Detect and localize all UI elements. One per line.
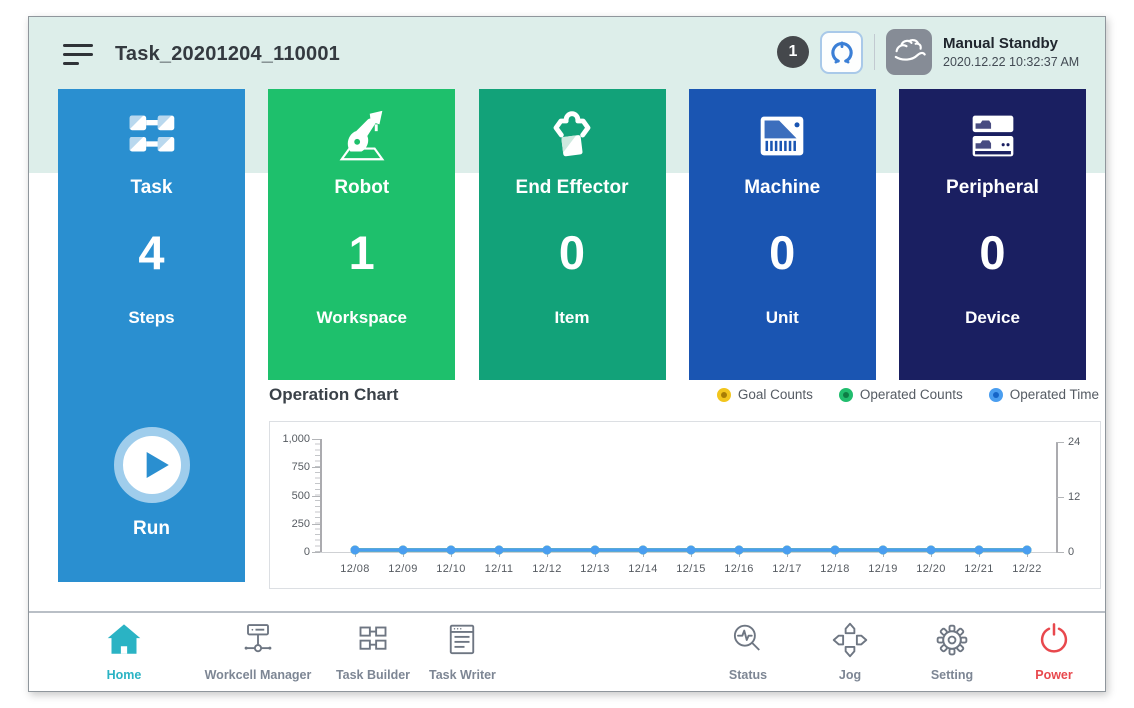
legend-label: Goal Counts <box>738 387 813 402</box>
card-unit: Device <box>965 308 1020 328</box>
task-writer-icon <box>442 620 482 665</box>
operation-chart: 02505007501,0000122412/0812/0912/1012/11… <box>269 421 1101 589</box>
card-label: Peripheral <box>946 177 1039 199</box>
card-unit: Unit <box>766 308 799 328</box>
nav-jog[interactable]: Jog <box>799 613 901 691</box>
power-icon <box>1034 620 1074 665</box>
card-label: End Effector <box>516 177 629 199</box>
chart-series <box>270 422 1102 590</box>
legend-item: Goal Counts <box>717 387 813 402</box>
nav-group-right: Status Jog Setting Power <box>697 613 1105 691</box>
jog-icon <box>830 620 870 665</box>
home-icon <box>104 620 144 665</box>
notification-badge[interactable]: 1 <box>777 36 809 68</box>
chart-legend: Goal Counts Operated Counts Operated Tim… <box>717 387 1099 402</box>
legend-dot-icon <box>839 388 853 402</box>
peripheral-card[interactable]: Peripheral 0 Device <box>899 89 1086 380</box>
run-label: Run <box>133 518 170 540</box>
datetime: 2020.12.22 10:32:37 AM <box>943 55 1093 69</box>
manual-mode-hand-icon <box>886 29 932 75</box>
end-effector-tool-button[interactable] <box>820 31 863 74</box>
card-value: 4 <box>138 225 164 280</box>
gripper-icon <box>541 105 603 167</box>
card-unit: Item <box>555 308 590 328</box>
card-label: Robot <box>334 177 389 199</box>
peripheral-icon <box>962 105 1024 167</box>
menu-icon[interactable] <box>63 44 93 65</box>
machine-icon <box>751 105 813 167</box>
legend-dot-icon <box>717 388 731 402</box>
app-window: Task_20201204_110001 1 <box>28 16 1106 692</box>
run-button[interactable]: Run <box>58 427 245 540</box>
nav-label: Jog <box>839 668 861 682</box>
nav-setting[interactable]: Setting <box>901 613 1003 691</box>
nav-label: Workcell Manager <box>205 668 312 682</box>
workcell-manager-icon <box>238 620 278 665</box>
play-icon <box>114 427 190 503</box>
gripper-claw-icon <box>827 36 857 69</box>
nav-label: Task Writer <box>429 668 496 682</box>
card-value: 0 <box>979 225 1005 280</box>
card-value: 0 <box>769 225 795 280</box>
operation-chart-title: Operation Chart <box>269 385 398 405</box>
nav-task-builder[interactable]: Task Builder <box>317 613 429 691</box>
task-builder-icon <box>353 620 393 665</box>
robot-mode-status: Manual Standby <box>943 35 1093 52</box>
legend-dot-icon <box>989 388 1003 402</box>
nav-status[interactable]: Status <box>697 613 799 691</box>
nav-workcell-manager[interactable]: Workcell Manager <box>199 613 317 691</box>
nav-label: Status <box>729 668 767 682</box>
robot-arm-icon <box>331 105 393 167</box>
legend-label: Operated Time <box>1010 387 1099 402</box>
card-value: 0 <box>559 225 585 280</box>
card-label: Task <box>131 177 173 199</box>
nav-label: Power <box>1035 668 1073 682</box>
status-icon <box>728 620 768 665</box>
legend-item: Operated Time <box>989 387 1099 402</box>
bottom-nav: Home Workcell Manager Task Builder Task … <box>29 611 1105 691</box>
setting-icon <box>932 620 972 665</box>
nav-power[interactable]: Power <box>1003 613 1105 691</box>
robot-card[interactable]: Robot 1 Workspace <box>268 89 455 380</box>
nav-group-left: Home Workcell Manager Task Builder Task … <box>29 613 496 691</box>
nav-label: Task Builder <box>336 668 410 682</box>
card-unit: Workspace <box>317 308 407 328</box>
machine-card[interactable]: Machine 0 Unit <box>689 89 876 380</box>
card-value: 1 <box>349 225 375 280</box>
nav-label: Home <box>107 668 142 682</box>
header-divider <box>874 34 875 70</box>
card-label: Machine <box>744 177 820 199</box>
card-unit: Steps <box>128 308 174 328</box>
legend-label: Operated Counts <box>860 387 963 402</box>
task-steps-icon <box>121 105 183 167</box>
nav-task-writer[interactable]: Task Writer <box>429 613 496 691</box>
task-title: Task_20201204_110001 <box>115 43 340 66</box>
nav-home[interactable]: Home <box>49 613 199 691</box>
end-effector-card[interactable]: End Effector 0 Item <box>479 89 666 380</box>
nav-label: Setting <box>931 668 973 682</box>
legend-item: Operated Counts <box>839 387 963 402</box>
